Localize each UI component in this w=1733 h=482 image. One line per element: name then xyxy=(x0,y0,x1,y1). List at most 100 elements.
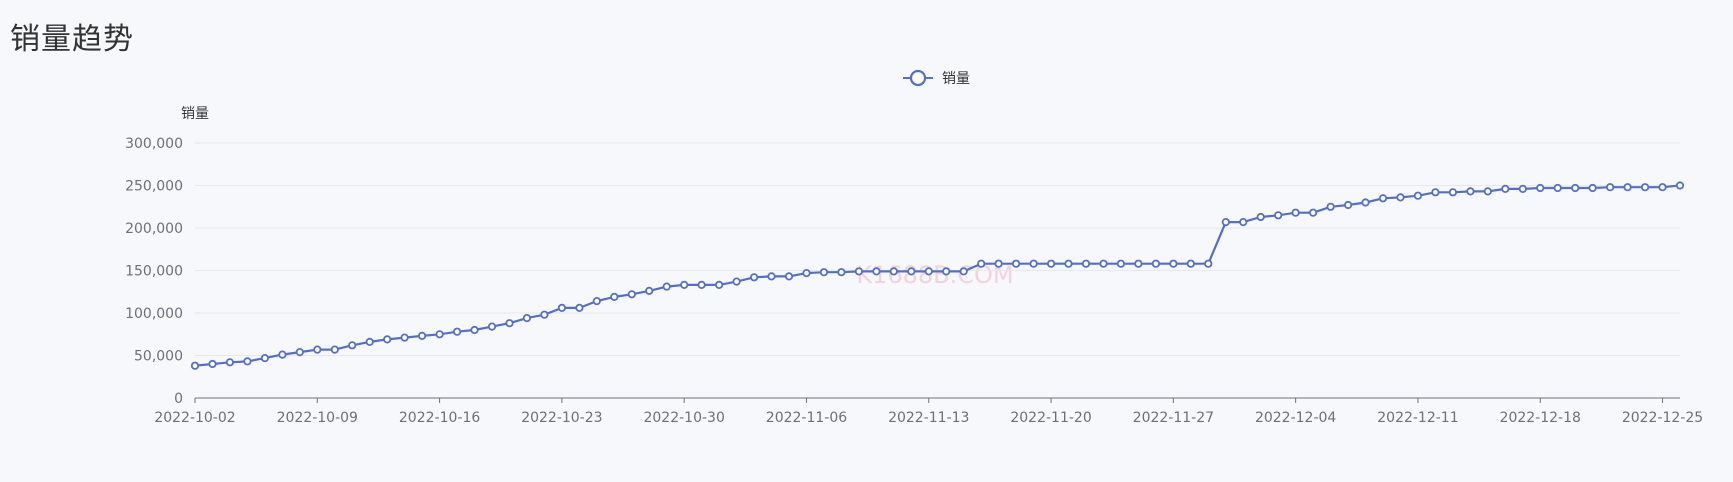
data-point xyxy=(1064,259,1073,268)
y-tick-label: 100,000 xyxy=(125,306,183,322)
x-tick-label: 2022-11-13 xyxy=(888,410,969,426)
legend-label: 销量 xyxy=(942,71,970,87)
watermark-text: K1688B.COM xyxy=(856,261,1013,289)
data-point xyxy=(1483,187,1492,196)
x-tick-label: 2022-12-04 xyxy=(1255,410,1336,426)
line-chart: K1688B.COM 0 50,000 100,000 150,000 200,000 2… xyxy=(125,69,1703,426)
data-point xyxy=(680,280,689,289)
data-point xyxy=(383,335,392,344)
data-point xyxy=(1169,259,1178,268)
y-tick-label: 150,000 xyxy=(125,264,183,280)
y-axis-name: 销量 xyxy=(181,106,209,122)
data-point xyxy=(190,361,200,370)
data-point xyxy=(1466,187,1475,196)
y-tick-label: 50,000 xyxy=(134,349,183,365)
data-point xyxy=(802,268,811,278)
data-point xyxy=(819,268,829,277)
chart-page: 销量趋势 K1688B.COM 0 50,000 100,000 150,000 200… xyxy=(0,0,1733,482)
x-tick-label: 2022-10-23 xyxy=(521,410,602,426)
data-point xyxy=(784,272,794,281)
data-point xyxy=(854,267,864,276)
data-point xyxy=(470,325,479,335)
x-tick-label: 2022-10-16 xyxy=(399,410,480,426)
data-point xyxy=(1116,259,1126,268)
data-point xyxy=(435,330,444,339)
data-point xyxy=(1518,184,1527,193)
y-tick-label: 200,000 xyxy=(125,221,183,237)
data-point xyxy=(1256,212,1265,222)
x-tick-label: 2022-10-02 xyxy=(154,410,235,426)
data-point xyxy=(243,357,252,366)
data-point xyxy=(767,272,776,281)
data-point xyxy=(1134,259,1143,268)
data-point xyxy=(208,359,217,369)
data-point xyxy=(942,267,951,276)
data-point xyxy=(540,310,549,319)
data-point xyxy=(1588,183,1597,193)
data-point xyxy=(1501,184,1510,193)
data-point xyxy=(575,303,584,312)
data-point xyxy=(278,350,287,359)
data-point xyxy=(1431,188,1440,197)
data-point xyxy=(1536,183,1545,193)
data-point xyxy=(1344,200,1353,210)
x-tick-label: 2022-11-20 xyxy=(1010,410,1091,426)
data-point xyxy=(1571,183,1580,193)
data-point xyxy=(610,292,619,301)
data-point xyxy=(1641,183,1650,192)
data-point xyxy=(627,290,636,299)
y-tick-label: 300,000 xyxy=(125,136,183,152)
data-point xyxy=(1378,194,1388,203)
data-point xyxy=(260,353,269,363)
data-point xyxy=(907,267,916,276)
data-point xyxy=(1029,259,1038,268)
data-point xyxy=(1623,183,1632,192)
data-point xyxy=(1239,218,1248,227)
data-point xyxy=(1151,259,1161,268)
data-point xyxy=(592,296,601,306)
data-point xyxy=(1309,208,1318,217)
data-point xyxy=(1274,211,1283,220)
legend[interactable]: 销量 xyxy=(903,69,970,87)
data-point xyxy=(1675,181,1685,190)
data-point xyxy=(1606,183,1615,192)
data-point xyxy=(1326,202,1335,211)
data-point xyxy=(313,345,322,354)
data-point xyxy=(1553,183,1562,193)
data-point xyxy=(872,267,881,276)
data-point xyxy=(1361,198,1370,207)
data-point xyxy=(1011,259,1021,268)
data-point xyxy=(417,331,427,340)
x-tick-label: 2022-11-27 xyxy=(1133,410,1214,426)
grid-lines xyxy=(195,142,1680,356)
data-point xyxy=(1099,259,1108,268)
data-point xyxy=(1221,218,1230,227)
data-point xyxy=(225,358,234,367)
data-point xyxy=(749,273,759,282)
x-tick-label: 2022-11-06 xyxy=(766,410,847,426)
data-point xyxy=(1291,208,1300,217)
data-point xyxy=(1204,259,1213,268)
data-point xyxy=(522,313,532,323)
x-tick-label: 2022-12-25 xyxy=(1622,410,1703,426)
data-point xyxy=(1081,259,1091,268)
data-point xyxy=(1186,259,1195,268)
data-point xyxy=(645,286,654,295)
data-point xyxy=(557,303,567,312)
data-point xyxy=(1396,193,1405,202)
data-point xyxy=(662,282,671,291)
data-point xyxy=(348,341,357,350)
data-point xyxy=(1448,188,1458,197)
data-point xyxy=(487,322,497,331)
data-point xyxy=(959,267,968,276)
data-point xyxy=(714,280,724,289)
data-point xyxy=(732,277,741,286)
data-point xyxy=(505,319,514,328)
data-point xyxy=(1413,191,1423,200)
y-tick-label: 0 xyxy=(174,391,183,407)
data-point xyxy=(889,267,898,276)
data-point xyxy=(924,267,933,276)
data-point xyxy=(1047,259,1056,268)
data-point xyxy=(977,259,986,268)
data-point xyxy=(1658,183,1667,192)
